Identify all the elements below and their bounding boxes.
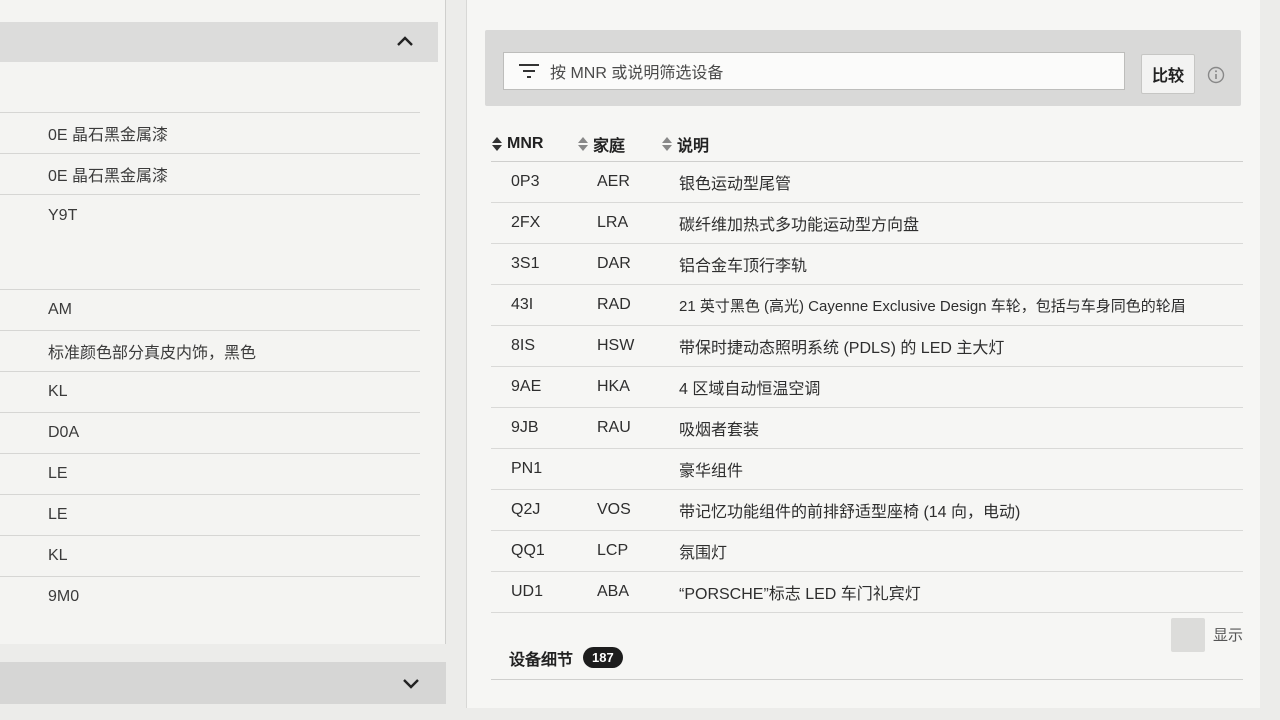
- equipment-side-panel: 0E 晶石黑金属漆 0E 晶石黑金属漆 Y9T AM 标准颜色部分真皮内饰，黑色…: [0, 0, 446, 704]
- sort-icon: [492, 136, 502, 151]
- column-header-desc[interactable]: 说明: [661, 132, 709, 156]
- table-row[interactable]: 2FX LRA 碳纤维加热式多功能运动型方向盘: [491, 203, 1243, 244]
- table-row[interactable]: Q2J VOS 带记忆功能组件的前排舒适型座椅 (14 向，电动): [491, 490, 1243, 531]
- list-item: LE: [0, 453, 420, 494]
- equipment-panel: 按 MNR 或说明筛选设备 比较 MNR 家庭 说明 0P3 AER 银色运动型…: [466, 0, 1260, 708]
- list-item: KL: [0, 371, 420, 412]
- option-list: 0E 晶石黑金属漆 0E 晶石黑金属漆 Y9T AM 标准颜色部分真皮内饰，黑色…: [0, 112, 420, 617]
- list-item: KL: [0, 535, 420, 576]
- table-row[interactable]: 8IS HSW 带保时捷动态照明系统 (PDLS) 的 LED 主大灯: [491, 326, 1243, 367]
- list-item: D0A: [0, 412, 420, 453]
- section-footer-expand[interactable]: [0, 662, 446, 704]
- section-header-collapse[interactable]: [0, 22, 438, 62]
- filter-bar: 按 MNR 或说明筛选设备 比较: [485, 30, 1241, 106]
- info-icon[interactable]: [1207, 66, 1225, 84]
- table-row[interactable]: 0P3 AER 银色运动型尾管: [491, 162, 1243, 203]
- list-item: AM: [0, 289, 420, 330]
- list-item: Y9T: [0, 194, 420, 289]
- chevron-down-icon[interactable]: [400, 672, 422, 694]
- list-item: 标准颜色部分真皮内饰，黑色: [0, 330, 420, 371]
- filter-placeholder: 按 MNR 或说明筛选设备: [550, 65, 724, 82]
- table-row[interactable]: QQ1 LCP 氛围灯: [491, 531, 1243, 572]
- sort-icon: [578, 136, 588, 151]
- filter-lines-icon: [519, 64, 539, 78]
- filter-input[interactable]: 按 MNR 或说明筛选设备: [503, 52, 1125, 90]
- sort-icon: [662, 136, 672, 151]
- section-title: 设备细节: [509, 651, 574, 669]
- compare-button[interactable]: 比较: [1141, 54, 1195, 94]
- list-item: 9M0: [0, 576, 420, 617]
- equipment-table: MNR 家庭 说明 0P3 AER 银色运动型尾管 2FX LRA 碳纤维加热式多功能运…: [491, 126, 1243, 613]
- table-row[interactable]: 9AE HKA 4 区域自动恒温空调: [491, 367, 1243, 408]
- column-header-family[interactable]: 家庭: [577, 132, 661, 156]
- table-row[interactable]: 3S1 DAR 铝合金车顶行李轨: [491, 244, 1243, 285]
- count-badge: 187: [583, 647, 623, 668]
- table-row[interactable]: 43I RAD 21 英寸黑色 (高光) Cayenne Exclusive Des…: [491, 285, 1243, 326]
- column-header-mnr[interactable]: MNR: [491, 135, 577, 153]
- table-row[interactable]: UD1 ABA “PORSCHE”标志 LED 车门礼宾灯: [491, 572, 1243, 613]
- table-header: MNR 家庭 说明: [491, 126, 1243, 162]
- list-item: 0E 晶石黑金属漆: [0, 112, 420, 153]
- table-row[interactable]: 9JB RAU 吸烟者套装: [491, 408, 1243, 449]
- list-item: 0E 晶石黑金属漆: [0, 153, 420, 194]
- chevron-up-icon[interactable]: [394, 31, 416, 53]
- table-row[interactable]: PN1 豪华组件: [491, 449, 1243, 490]
- list-item: LE: [0, 494, 420, 535]
- equipment-details-section[interactable]: 设备细节 187: [491, 636, 1243, 680]
